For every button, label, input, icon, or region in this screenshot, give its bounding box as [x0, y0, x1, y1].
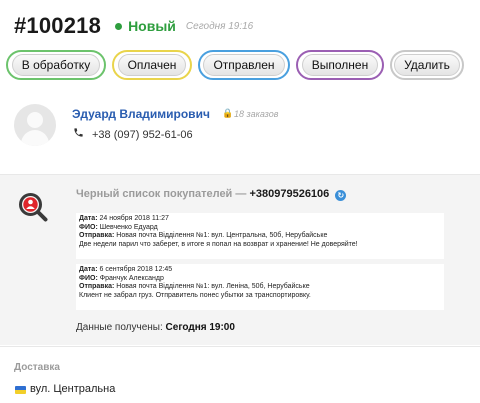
- entry-send: Новая почта Відділення №1: вул. Леніна, …: [116, 283, 310, 290]
- received-label: Данные получены:: [76, 322, 163, 333]
- blacklist-phone: +380979526106: [249, 188, 330, 200]
- entry-comment: Клиент не забрал груз. Отправитель понес…: [79, 291, 311, 299]
- delivery-address: вул. Центральна: [30, 383, 116, 395]
- processing-button-label: В обработку: [11, 54, 101, 76]
- customer-phone[interactable]: +38 (097) 952-61-06: [92, 129, 193, 141]
- shipped-button-label: Отправлен: [203, 54, 285, 76]
- paid-button-label: Оплачен: [117, 54, 187, 76]
- delivery-title: Доставка: [14, 362, 60, 373]
- blacklist-entry: Дата: 24 ноября 2018 11:27 ФИО: Шевченко…: [76, 213, 444, 259]
- entry-comment: Две недели парил что заберет, в итоге я …: [79, 240, 358, 248]
- entry-fio-label: ФИО:: [79, 223, 98, 231]
- ukraine-flag-icon: [15, 386, 26, 394]
- blacklist-title: Черный список покупателей — +38097952610…: [76, 188, 347, 201]
- order-date: Сегодня 19:16: [185, 20, 254, 32]
- data-received: Данные получены: Сегодня 19:00: [76, 322, 235, 333]
- delete-button-label: Удалить: [394, 54, 460, 76]
- entry-send-label: Отправка:: [79, 283, 115, 290]
- refresh-icon[interactable]: ↻: [335, 190, 347, 201]
- entry-date-label: Дата:: [79, 266, 98, 273]
- customer-card: Эдуард Владимирович 🔒 18 заказов +38 (09…: [14, 104, 474, 154]
- lock-icon: 🔒: [222, 108, 234, 118]
- order-actions: В обработку Оплачен Отправлен Выполнен У…: [6, 50, 470, 80]
- completed-button-label: Выполнен: [301, 54, 379, 76]
- shipped-button[interactable]: Отправлен: [198, 50, 290, 80]
- entry-fio: Шевченко Едуард: [99, 223, 158, 231]
- processing-button[interactable]: В обработку: [6, 50, 106, 80]
- blacklist-title-text: Черный список покупателей —: [76, 188, 247, 200]
- order-number: #100218: [14, 13, 102, 38]
- divider: [0, 346, 480, 347]
- entry-date: 6 сентября 2018 12:45: [99, 266, 173, 273]
- entry-send-label: Отправка:: [79, 232, 115, 239]
- customer-name-link[interactable]: Эдуард Владимирович: [72, 107, 210, 121]
- status-dot-icon: [115, 22, 123, 30]
- customer-orders-count[interactable]: 18 заказов: [234, 109, 278, 119]
- entry-date-label: Дата:: [79, 215, 98, 222]
- order-status: Новый: [128, 18, 176, 34]
- blacklist-search-icon: [19, 193, 48, 222]
- order-header: #100218 Новый Сегодня 19:16: [14, 12, 253, 40]
- entry-fio-label: ФИО:: [79, 274, 98, 282]
- received-value: Сегодня 19:00: [165, 322, 235, 333]
- blacklist-entry: Дата: 6 сентября 2018 12:45 ФИО: Франчук…: [76, 264, 444, 310]
- delete-button[interactable]: Удалить: [390, 50, 464, 80]
- phone-icon: [73, 127, 84, 141]
- completed-button[interactable]: Выполнен: [296, 50, 384, 80]
- entry-send: Новая почта Відділення №1: вул. Централь…: [116, 232, 328, 239]
- entry-fio: Франчук Александр: [99, 274, 164, 282]
- paid-button[interactable]: Оплачен: [112, 50, 192, 80]
- avatar-placeholder-icon: [14, 104, 56, 146]
- entry-date: 24 ноября 2018 11:27: [99, 215, 169, 222]
